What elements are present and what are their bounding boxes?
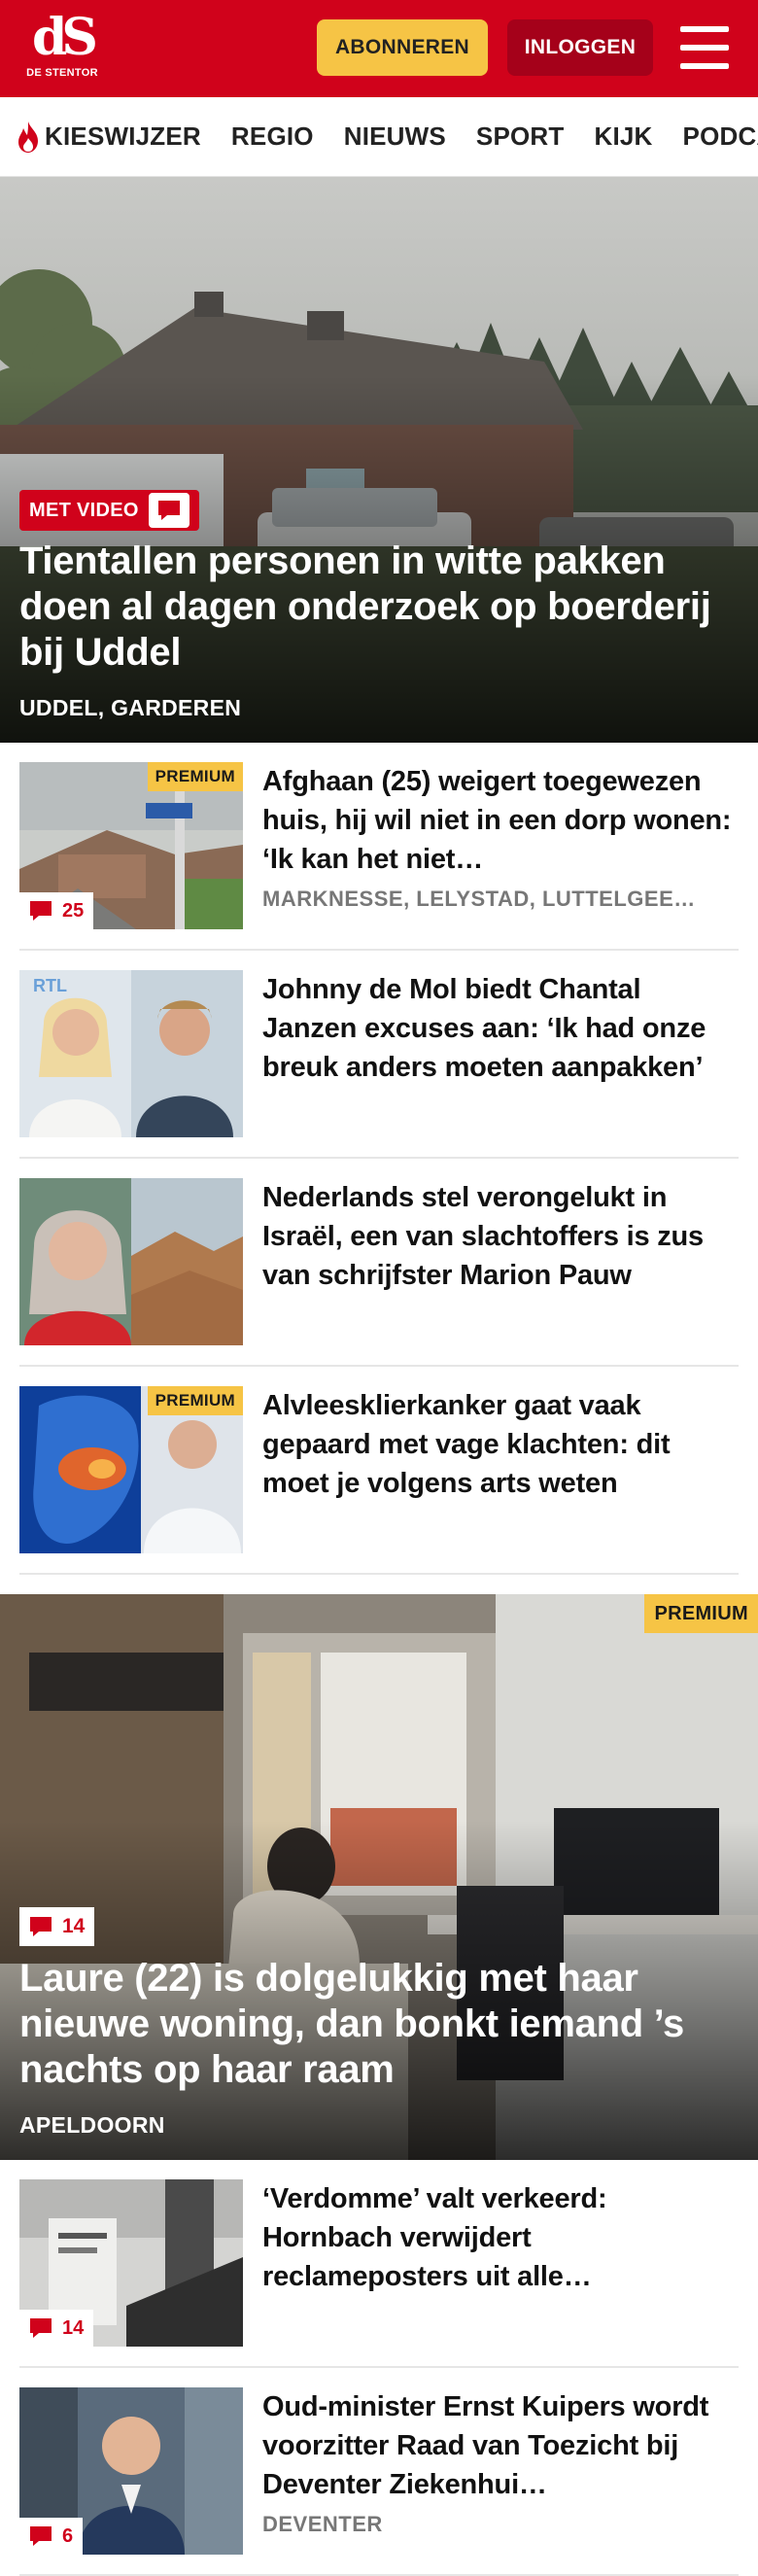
comment-icon	[30, 1917, 52, 1936]
article-title[interactable]: Alvleesklierkanker gaat vaak gepaard met…	[262, 1386, 739, 1503]
premium-badge: PREMIUM	[644, 1594, 758, 1633]
article-list-secondary: 14 ‘Verdomme’ valt verkeerd: Hornbach ve…	[0, 2160, 758, 2576]
list-item[interactable]: Nederlands stel verongelukt in Israël, e…	[19, 1159, 739, 1367]
article-location: DEVENTER	[262, 2512, 383, 2536]
comment-count-badge: 25	[19, 892, 94, 929]
article-location: MARKNESSE, LELYSTAD, LUTTELGEE…	[262, 887, 696, 911]
comment-icon	[30, 2526, 52, 2546]
feature-title[interactable]: Laure (22) is dolgelukkig met haar nieuw…	[19, 1956, 739, 2093]
logo-mark: dS	[32, 8, 98, 67]
site-logo[interactable]: dS DE STENTOR	[21, 8, 103, 83]
comment-count: 14	[62, 1915, 86, 1937]
article-thumbnail	[19, 1178, 243, 1345]
hero-article[interactable]: MET VIDEO Tientallen personen in witte p…	[0, 177, 758, 743]
video-comment-icon	[148, 493, 190, 528]
video-badge: MET VIDEO	[19, 490, 199, 531]
list-item[interactable]: PREMIUM Alvleesklierkanker gaat vaak gep…	[19, 1367, 739, 1575]
comment-count: 14	[62, 2316, 85, 2339]
svg-text:RTL: RTL	[33, 976, 67, 995]
article-title[interactable]: Afghaan (25) weigert toegewezen huis, hi…	[262, 762, 739, 879]
comment-count-badge: 6	[19, 2518, 84, 2555]
article-title[interactable]: Johnny de Mol biedt Chantal Janzen excus…	[262, 970, 739, 1087]
nav-item-nieuws[interactable]: NIEUWS	[344, 122, 446, 152]
hero-title[interactable]: Tientallen personen in witte pakken doen…	[19, 539, 739, 676]
login-button[interactable]: INLOGGEN	[507, 19, 653, 76]
article-title[interactable]: ‘Verdomme’ valt verkeerd: Hornbach verwi…	[262, 2179, 739, 2296]
thumbnail-image: RTL	[19, 970, 243, 1137]
comment-count: 6	[62, 2524, 74, 2547]
hamburger-menu-icon[interactable]	[680, 26, 729, 69]
nav-item-regio[interactable]: REGIO	[231, 122, 314, 152]
article-thumbnail: 6	[19, 2387, 243, 2555]
main-navigation: KIESWIJZER REGIO NIEUWS SPORT KIJK PODCA…	[0, 97, 758, 177]
article-title[interactable]: Oud-minister Ernst Kuipers wordt voorzit…	[262, 2387, 739, 2504]
video-badge-label: MET VIDEO	[29, 499, 139, 521]
premium-badge: PREMIUM	[147, 762, 243, 791]
comment-count-badge: 14	[19, 2310, 94, 2347]
nav-item-podcast[interactable]: PODCAS	[683, 122, 758, 152]
article-thumbnail: 14	[19, 2179, 243, 2347]
premium-badge: PREMIUM	[147, 1386, 243, 1415]
comment-count: 25	[62, 899, 85, 922]
comment-icon	[30, 2318, 52, 2338]
list-item[interactable]: PREMIUM 25 Afghaan (25) weigert toegewez…	[19, 743, 739, 951]
top-header: dS DE STENTOR ABONNEREN INLOGGEN	[0, 0, 758, 97]
list-item[interactable]: RTL Johnny de Mol biedt Chantal Janzen e…	[19, 951, 739, 1159]
feature-article[interactable]: PREMIUM 14 Laure (22) is dolgelukkig met…	[0, 1594, 758, 2160]
hero-location: UDDEL, GARDEREN	[19, 695, 242, 720]
nav-item-kieswijzer[interactable]: KIESWIJZER	[16, 121, 201, 154]
list-item[interactable]: 6 Oud-minister Ernst Kuipers wordt voorz…	[19, 2368, 739, 2576]
article-title[interactable]: Nederlands stel verongelukt in Israël, e…	[262, 1178, 739, 1295]
thumbnail-image	[19, 1178, 243, 1345]
comment-count-badge: 14	[19, 1907, 95, 1946]
article-thumbnail: PREMIUM 25	[19, 762, 243, 929]
article-thumbnail: RTL	[19, 970, 243, 1137]
article-list: PREMIUM 25 Afghaan (25) weigert toegewez…	[0, 743, 758, 1575]
list-item[interactable]: 14 ‘Verdomme’ valt verkeerd: Hornbach ve…	[19, 2160, 739, 2368]
nav-label: KIESWIJZER	[45, 122, 201, 151]
flame-icon	[18, 121, 38, 153]
article-thumbnail: PREMIUM	[19, 1386, 243, 1553]
nav-item-sport[interactable]: SPORT	[476, 122, 565, 152]
feature-location: APELDOORN	[19, 2112, 165, 2138]
subscribe-button[interactable]: ABONNEREN	[317, 19, 488, 76]
nav-item-kijk[interactable]: KIJK	[595, 122, 653, 152]
comment-icon	[30, 901, 52, 921]
logo-subtitle: DE STENTOR	[26, 67, 98, 79]
